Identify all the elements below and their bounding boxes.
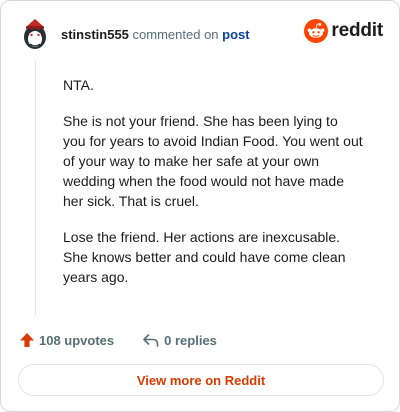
- comment-body: NTA. She is not your friend. She has bee…: [63, 75, 363, 303]
- thread-line: [35, 61, 36, 315]
- view-more-button[interactable]: View more on Reddit: [18, 364, 384, 396]
- commented-on-text: commented on: [132, 26, 219, 42]
- snoo-avatar-icon: [24, 19, 46, 49]
- username-link[interactable]: stinstin555: [61, 27, 129, 42]
- comment-paragraph: Lose the friend. Her actions are inexcus…: [63, 229, 346, 285]
- post-link[interactable]: post: [222, 27, 249, 42]
- reddit-brand-link[interactable]: reddit: [304, 19, 383, 43]
- reddit-logo-icon: [304, 19, 329, 43]
- reply-arrow-icon: [143, 334, 159, 347]
- avatar[interactable]: [20, 17, 50, 51]
- upvote-button[interactable]: 108 upvotes: [19, 332, 114, 348]
- comment-paragraph: She is not your friend. She has been lyi…: [63, 113, 363, 209]
- reply-count: 0 replies: [164, 332, 217, 348]
- comment-paragraph: NTA.: [63, 77, 94, 93]
- replies-button[interactable]: 0 replies: [142, 332, 217, 348]
- comment-meta: stinstin555 commented on post: [61, 27, 250, 42]
- upvote-arrow-icon: [20, 333, 34, 347]
- embedded-comment-card: stinstin555 commented on post reddit NTA…: [0, 0, 400, 412]
- reddit-wordmark: reddit: [331, 20, 383, 41]
- upvote-count: 108 upvotes: [39, 332, 115, 348]
- comment-header: stinstin555 commented on post reddit: [20, 16, 383, 52]
- comment-actions: 108 upvotes 0 replies: [19, 329, 217, 351]
